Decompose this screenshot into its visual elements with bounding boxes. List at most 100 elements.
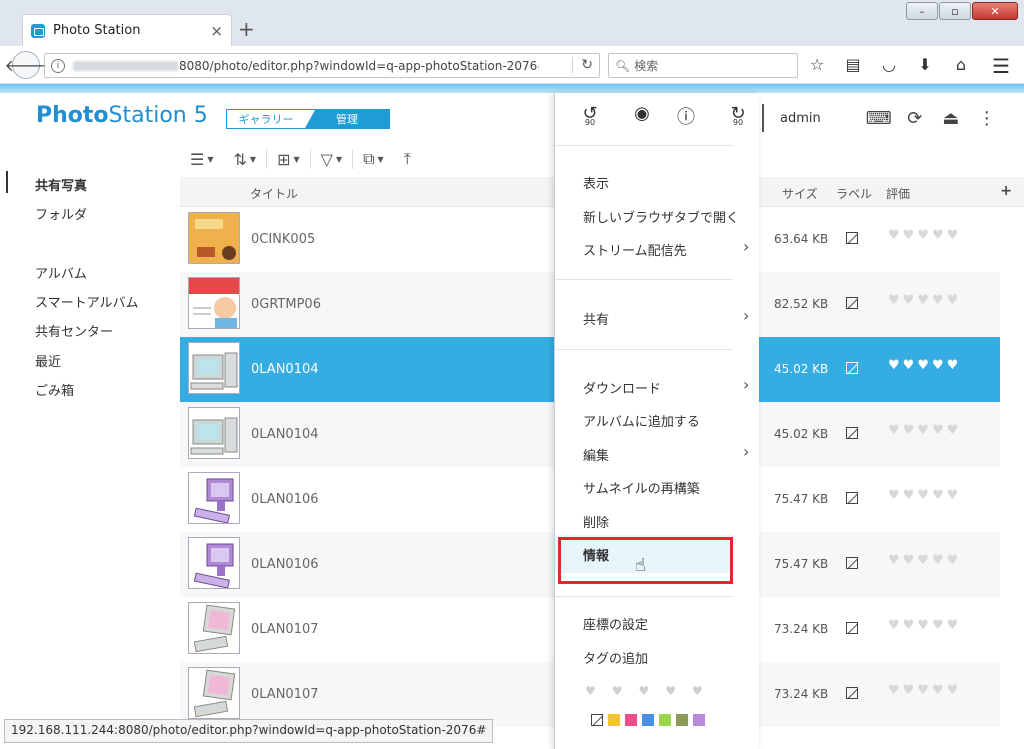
menu-item-add-to-album[interactable]: アルバムに追加する	[583, 411, 700, 430]
chevron-right-icon: ›	[743, 442, 750, 461]
address-bar[interactable]: i 8080/photo/editor.php?windowId=q-app-p…	[44, 53, 600, 78]
rotate-right-90-button[interactable]: ↻ 90	[723, 103, 753, 127]
color-label-none-icon[interactable]	[846, 622, 858, 634]
color-label-none-icon[interactable]	[846, 427, 858, 439]
hamburger-menu-icon[interactable]: ☰	[992, 54, 1010, 78]
menu-item-stream-to[interactable]: ストリーム配信先	[583, 240, 687, 259]
menu-item-rebuild-thumbnail[interactable]: サムネイルの再構築	[583, 478, 700, 497]
add-button[interactable]: ⊞ ▼	[267, 150, 310, 169]
column-label[interactable]: ラベル	[836, 185, 872, 202]
minimize-button[interactable]: –	[906, 2, 938, 20]
add-box-icon: ⊞	[277, 149, 291, 169]
sidebar-item-smart-albums[interactable]: スマートアルバム	[35, 292, 138, 311]
photo-thumbnail	[188, 537, 240, 589]
column-title[interactable]: タイトル	[250, 185, 298, 202]
view-mode-button[interactable]: ☰ ▼	[180, 150, 224, 169]
menu-item-share[interactable]: 共有	[583, 309, 609, 328]
swatch-green[interactable]	[659, 714, 671, 726]
tab-close-icon[interactable]: ×	[210, 22, 223, 40]
rating-hearts[interactable]: ♥♥♥♥♥	[888, 228, 961, 243]
browser-search-input[interactable]: 🔍︎ 検索	[608, 53, 798, 78]
sidebar-item-trash[interactable]: ごみ箱	[35, 380, 74, 399]
add-column-icon[interactable]: +	[1000, 183, 1012, 199]
swatch-blue[interactable]	[642, 714, 654, 726]
rating-hearts[interactable]: ♥♥♥♥♥	[888, 618, 961, 633]
sidebar-item-share-center[interactable]: 共有センター	[35, 321, 113, 340]
photo-size: 82.52 KB	[774, 297, 829, 311]
sidebar-item-albums[interactable]: アルバム	[35, 263, 87, 282]
photo-thumbnail	[188, 212, 240, 264]
menu-item-add-tag[interactable]: タグの追加	[583, 648, 648, 667]
slideshow-button[interactable]: ⧉ ▼	[353, 149, 394, 169]
photo-title: 0LAN0107	[251, 622, 319, 637]
download-icon[interactable]: ⬇	[914, 55, 936, 74]
reading-list-icon[interactable]: ▤	[842, 55, 864, 74]
color-label-none-icon[interactable]	[846, 492, 858, 504]
new-tab-button[interactable]: +	[238, 18, 255, 40]
home-icon[interactable]: ⌂	[950, 55, 972, 74]
preview-button[interactable]: ◉	[627, 103, 657, 124]
menu-item-view[interactable]: 表示	[583, 173, 609, 192]
tab-title: Photo Station	[53, 23, 141, 38]
chevron-right-icon: ›	[743, 375, 750, 394]
upload-icon[interactable]: ⏏	[933, 108, 969, 129]
swatch-olive[interactable]	[676, 714, 688, 726]
refresh-icon[interactable]: ⟳	[897, 108, 933, 129]
sidebar-active-indicator	[6, 171, 8, 193]
swatch-yellow[interactable]	[608, 714, 620, 726]
filter-button[interactable]: ▽ ▼	[311, 150, 352, 169]
pocket-icon[interactable]: ◡	[878, 55, 900, 74]
color-label-none-icon[interactable]	[846, 362, 858, 374]
rating-hearts[interactable]: ♥♥♥♥♥	[888, 488, 961, 503]
rating-hearts[interactable]: ♥♥♥♥♥	[888, 553, 961, 568]
rating-hearts[interactable]: ♥♥♥♥♥	[888, 293, 961, 308]
color-label-none-icon[interactable]	[846, 687, 858, 699]
caret-down-icon: ▼	[335, 154, 343, 164]
back-button[interactable]: 🡐	[5, 51, 47, 79]
sort-icon: ⇅	[233, 149, 247, 169]
column-rating[interactable]: 評価	[886, 185, 910, 202]
mode-switch: ギャラリー 管理	[226, 109, 390, 129]
search-field-edge	[762, 104, 764, 132]
move-to-top-button[interactable]: ⤒	[394, 149, 421, 169]
rating-hearts[interactable]: ♥♥♥♥♥	[888, 423, 961, 438]
rating-hearts[interactable]: ♥♥♥♥♥	[888, 683, 961, 698]
context-menu-icon-row: ↺ 90 ◉ ⓘ ↻ 90	[555, 93, 760, 145]
mode-manage-button[interactable]: 管理	[305, 110, 389, 128]
browser-tab[interactable]: Photo Station ×	[22, 14, 232, 46]
color-label-none-icon[interactable]	[846, 297, 858, 309]
menu-item-edit[interactable]: 編集	[583, 445, 609, 464]
photo-thumbnail	[188, 667, 240, 719]
swatch-none[interactable]	[591, 714, 603, 726]
reload-icon[interactable]: ↻	[572, 57, 593, 73]
chevron-right-icon: ›	[743, 237, 750, 256]
cast-icon[interactable]: ⌨	[861, 108, 897, 129]
rating-hearts[interactable]: ♥♥♥♥♥	[888, 358, 961, 373]
close-window-button[interactable]: ✕	[972, 2, 1018, 20]
user-name[interactable]: admin	[780, 111, 821, 126]
sidebar-item-recent[interactable]: 最近	[35, 351, 61, 370]
column-size[interactable]: サイズ	[782, 185, 818, 202]
color-label-none-icon[interactable]	[846, 557, 858, 569]
menu-item-set-coordinates[interactable]: 座標の設定	[583, 614, 648, 633]
swatch-pink[interactable]	[625, 714, 637, 726]
more-options-icon[interactable]: ⋮	[969, 108, 1005, 129]
sort-button[interactable]: ⇅ ▼	[224, 150, 267, 169]
swatch-purple[interactable]	[693, 714, 705, 726]
mode-gallery-button[interactable]: ギャラリー	[227, 110, 305, 128]
sidebar-item-folders[interactable]: フォルダ	[35, 204, 87, 223]
menu-item-open-new-tab[interactable]: 新しいブラウザタブで開く	[583, 207, 739, 226]
menu-item-delete[interactable]: 削除	[583, 512, 609, 531]
sidebar-item-shared-photos[interactable]: 共有写真	[35, 175, 87, 194]
color-label-none-icon[interactable]	[846, 232, 858, 244]
rotate-left-90-button[interactable]: ↺ 90	[575, 103, 605, 127]
context-rating-hearts[interactable]: ♥♥♥♥♥	[585, 684, 719, 698]
caret-down-icon: ▼	[207, 154, 214, 164]
photo-title: 0GRTMP06	[251, 297, 321, 312]
photo-thumbnail	[188, 277, 240, 329]
menu-item-download[interactable]: ダウンロード	[583, 378, 661, 397]
info-button[interactable]: ⓘ	[671, 103, 701, 129]
maximize-button[interactable]: ▫	[939, 2, 971, 20]
info-icon[interactable]: i	[51, 58, 65, 73]
bookmark-star-icon[interactable]: ☆	[806, 55, 828, 74]
